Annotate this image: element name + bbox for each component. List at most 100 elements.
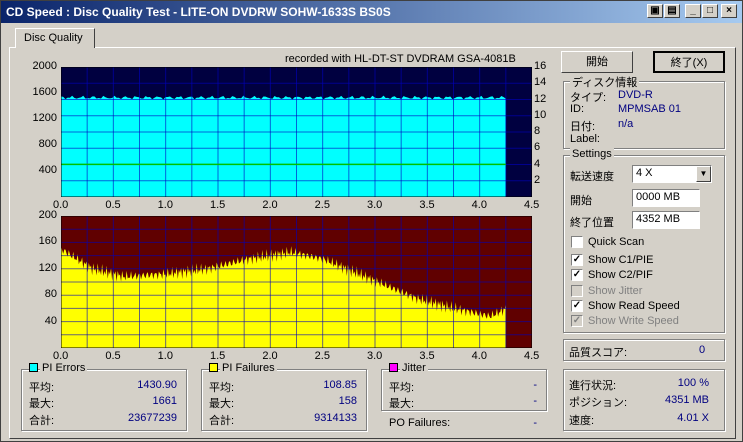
- show-jitter-checkbox: [571, 285, 583, 297]
- show-read-checkbox[interactable]: ✓: [571, 300, 583, 312]
- exit-button-label: 終了(X): [670, 57, 708, 69]
- chart2-x-tick: 4.0: [471, 350, 487, 362]
- position-label: ポジション:: [569, 397, 628, 409]
- title-bar[interactable]: CD Speed : Disc Quality Test - LITE-ON D…: [1, 1, 742, 23]
- chart1-x-tick: 4.0: [471, 199, 487, 211]
- pi-errors-swatch: [29, 363, 38, 372]
- po-failures-label: PO Failures:: [389, 417, 451, 429]
- pi-failures-avg-value: 108.85: [323, 379, 357, 391]
- app-window: CD Speed : Disc Quality Test - LITE-ON D…: [0, 0, 743, 442]
- chart1-x-tick: 3.0: [367, 199, 383, 211]
- minimize-icon[interactable]: _: [685, 4, 701, 18]
- pi-failures-total-value: 9314133: [314, 412, 357, 424]
- disc-label-label: Label:: [570, 133, 600, 145]
- exit-button[interactable]: 終了(X): [653, 51, 725, 73]
- chart1-y-tick: 1600: [32, 86, 57, 98]
- show-c2-label: Show C2/PIF: [588, 269, 653, 281]
- disc-date-value: n/a: [618, 118, 634, 130]
- start-pos-input[interactable]: 0000 MB: [632, 189, 700, 207]
- disc-date-label: 日付:: [570, 121, 596, 133]
- end-pos-value: 4352 MB: [636, 213, 681, 225]
- chart2-y-tick: 40: [44, 314, 57, 327]
- disc-info-title: ディスク情報: [570, 74, 640, 90]
- chevron-down-icon[interactable]: ▼: [696, 166, 711, 182]
- chart1-y2-tick: 14: [534, 76, 547, 89]
- speed-select[interactable]: 4 X ▼: [632, 165, 712, 183]
- current-speed-label: 速度:: [569, 415, 595, 427]
- chart1-y-tick: 1200: [32, 112, 57, 124]
- chart2-x-tick: 2.0: [262, 350, 278, 362]
- pi-failures-avg-label: 平均:: [209, 382, 235, 394]
- window-title: CD Speed : Disc Quality Test - LITE-ON D…: [6, 5, 391, 19]
- chart1-x-tick: 4.5: [524, 199, 540, 211]
- chart1-x-tick: 2.0: [262, 199, 278, 211]
- quick-scan-checkbox[interactable]: [571, 236, 583, 248]
- chart1-y2-tick: 2: [534, 173, 541, 186]
- pi-failures-chart: [61, 216, 532, 348]
- start-pos-label: 開始: [570, 195, 592, 207]
- chart2-y-tick: 80: [44, 288, 57, 301]
- show-read-label: Show Read Speed: [588, 300, 680, 312]
- quick-scan-label: Quick Scan: [588, 236, 645, 248]
- show-c2-checkbox[interactable]: ✓: [571, 269, 583, 281]
- pi-errors-title: PI Errors: [40, 362, 88, 374]
- close-icon[interactable]: ×: [721, 4, 737, 18]
- pi-failures-max-value: 158: [338, 395, 357, 407]
- show-write-checkbox: ✓: [571, 315, 583, 327]
- chart1-y-tick: 800: [38, 138, 57, 150]
- progress-value: 100 %: [677, 377, 709, 389]
- chart1-y2-tick: 6: [534, 141, 541, 154]
- position-value: 4351 MB: [664, 394, 709, 406]
- jitter-avg-value: -: [533, 379, 537, 391]
- pi-failures-max-label: 最大:: [209, 398, 235, 410]
- chart1-y-tick: 2000: [32, 60, 57, 72]
- start-button[interactable]: 開始: [561, 51, 633, 73]
- pi-failures-swatch: [209, 363, 218, 372]
- quality-score-value: 0: [699, 344, 706, 356]
- jitter-max-value: -: [533, 395, 537, 407]
- end-pos-input[interactable]: 4352 MB: [632, 211, 700, 229]
- maximize-icon[interactable]: □: [702, 4, 718, 18]
- settings-title: Settings: [570, 148, 614, 160]
- tab-disc-quality[interactable]: Disc Quality: [15, 28, 95, 48]
- tab-label: Disc Quality: [24, 32, 83, 44]
- chart2-x-tick: 2.5: [314, 350, 330, 362]
- chart1-y2-tick: 16: [534, 60, 547, 72]
- disc-type-value: DVD-R: [618, 89, 653, 101]
- chart1-x-tick: 3.5: [419, 199, 435, 211]
- chart1-y-tick: 400: [38, 164, 57, 176]
- speed-select-value: 4 X: [636, 167, 653, 179]
- pi-failures-title: PI Failures: [220, 362, 277, 374]
- pi-errors-max-value: 1661: [152, 395, 177, 407]
- pi-errors-total-value: 23677239: [128, 412, 177, 424]
- end-pos-label: 終了位置: [570, 217, 614, 229]
- chart2-x-tick: 1.0: [157, 350, 173, 362]
- chart1-x-tick: 1.5: [210, 199, 226, 211]
- show-c1-label: Show C1/PIE: [588, 254, 654, 266]
- help-icon[interactable]: ▣: [647, 4, 663, 18]
- start-button-label: 開始: [586, 56, 608, 68]
- disc-id-value: MPMSAB 01: [618, 103, 681, 115]
- chart2-y-tick: 120: [38, 261, 57, 274]
- jitter-title: Jitter: [400, 362, 428, 374]
- clipboard-icon[interactable]: ▤: [664, 4, 680, 18]
- chart2-x-tick: 1.5: [210, 350, 226, 362]
- show-c1-checkbox[interactable]: ✓: [571, 254, 583, 266]
- quality-score-label: 品質スコア:: [569, 347, 628, 359]
- disc-id-label: ID:: [570, 103, 585, 115]
- pi-errors-max-label: 最大:: [29, 398, 55, 410]
- current-speed-value: 4.01 X: [677, 412, 709, 424]
- pi-errors-chart: [61, 67, 532, 197]
- pi-errors-total-label: 合計:: [29, 415, 55, 427]
- start-pos-value: 0000 MB: [636, 191, 681, 203]
- chart2-y-tick: 200: [38, 209, 57, 221]
- pi-errors-area: [61, 95, 506, 197]
- chart1-y2-tick: 10: [534, 108, 547, 121]
- chart2-x-tick: 0.5: [105, 350, 121, 362]
- chart1-x-tick: 1.0: [157, 199, 173, 211]
- chart-header: recorded with HL-DT-ST DVDRAM GSA-4081B: [285, 53, 516, 65]
- progress-label: 進行状況:: [569, 380, 617, 392]
- show-write-label: Show Write Speed: [588, 315, 679, 327]
- chart1-y2-tick: 4: [534, 157, 541, 170]
- chart2-x-tick: 4.5: [524, 350, 540, 362]
